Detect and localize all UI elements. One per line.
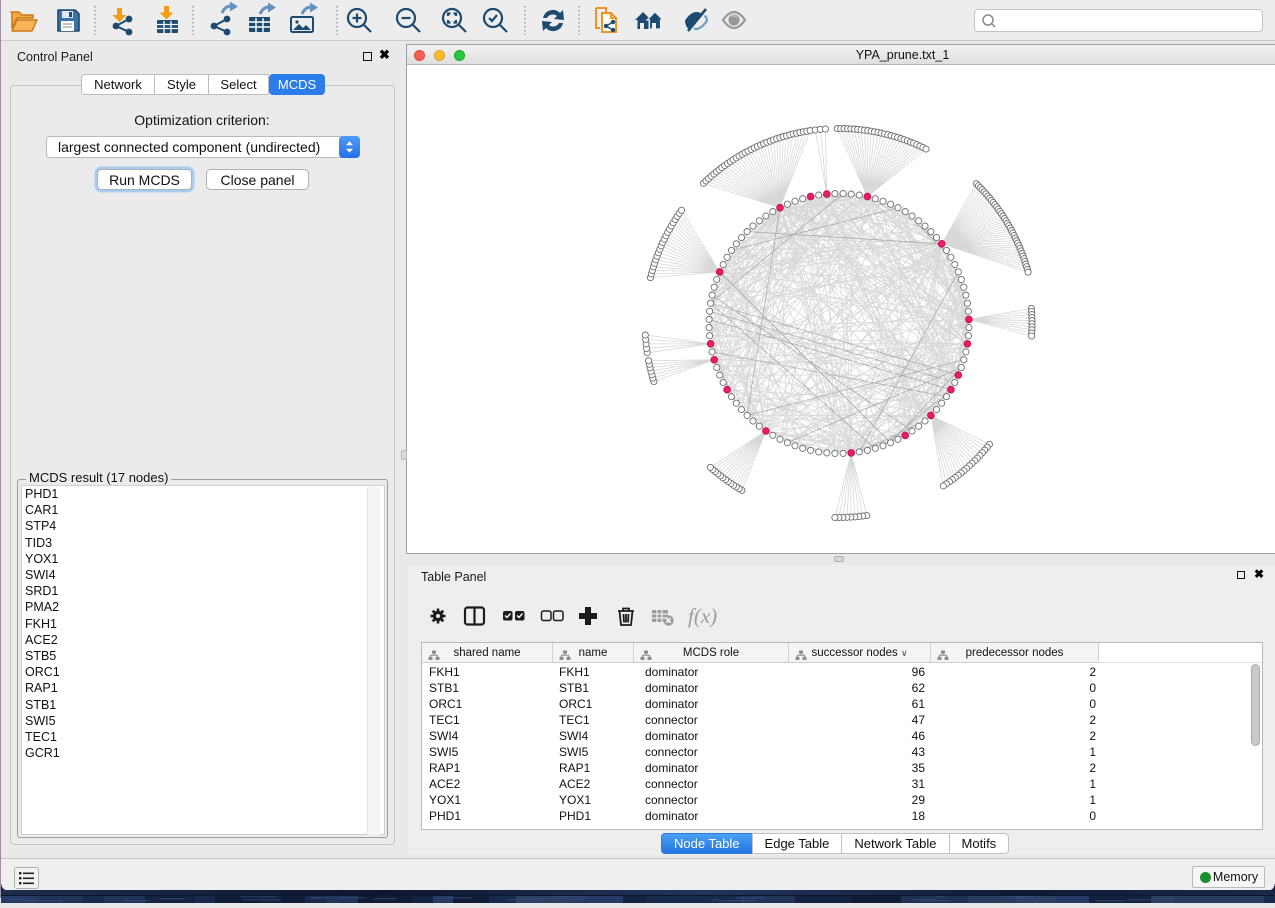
svg-text:f(x): f(x) xyxy=(688,604,717,628)
